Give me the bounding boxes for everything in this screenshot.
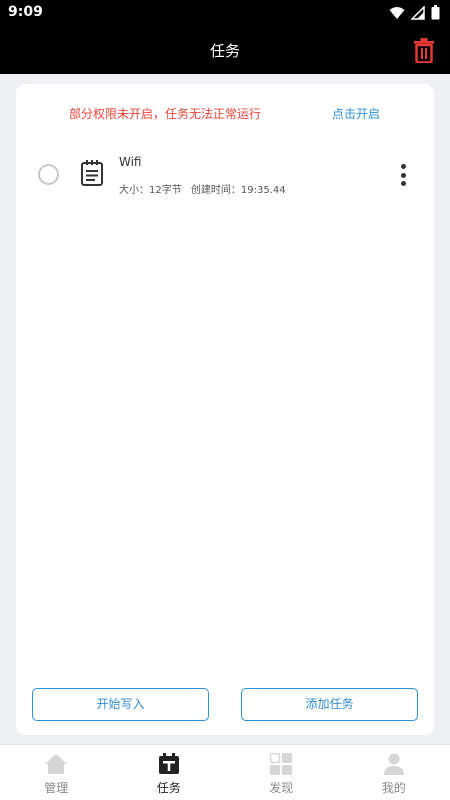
notepad-icon	[81, 160, 103, 186]
home-icon	[45, 754, 68, 774]
status-bar: 9:09	[0, 0, 450, 26]
nav-label: 任务	[156, 781, 181, 795]
add-task-button[interactable]: 添加任务	[241, 688, 418, 721]
task-item[interactable]: Wifi 大小：12字节 创建时间：19:35.44	[16, 146, 434, 204]
task-list-card: 部分权限未开启，任务无法正常运行 点击开启 Wifi 大小：12字节 创建时间：…	[16, 84, 434, 735]
wifi-icon	[389, 6, 405, 19]
app-bar: 任务	[0, 26, 450, 74]
nav-item-discover[interactable]: 发现	[225, 745, 338, 800]
task-size: 大小：12字节	[119, 185, 182, 196]
bottom-nav: 管理 任务 发现 我的	[0, 744, 450, 800]
task-meta: 大小：12字节 创建时间：19:35.44	[119, 181, 286, 196]
enable-permission-link[interactable]: 点击开启	[332, 105, 380, 122]
status-icons	[389, 5, 440, 20]
trash-icon[interactable]	[412, 37, 436, 63]
nav-label: 管理	[44, 781, 69, 795]
task-select-radio[interactable]	[38, 164, 59, 185]
nav-label: 发现	[269, 781, 294, 795]
nav-item-manage[interactable]: 管理	[0, 745, 113, 800]
task-name: Wifi	[119, 155, 142, 169]
nav-item-profile[interactable]: 我的	[338, 745, 450, 800]
grid-icon	[270, 753, 293, 775]
nav-label: 我的	[381, 781, 406, 795]
task-icon	[158, 753, 179, 774]
battery-icon	[431, 5, 440, 20]
more-options-icon[interactable]	[396, 161, 410, 189]
signal-icon	[411, 5, 425, 20]
nav-item-tasks[interactable]: 任务	[113, 745, 226, 800]
permission-warning: 部分权限未开启，任务无法正常运行	[69, 107, 262, 121]
start-write-button[interactable]: 开始写入	[32, 688, 209, 721]
page-title: 任务	[209, 42, 240, 60]
person-icon	[383, 753, 404, 775]
task-created-time: 创建时间：19:35.44	[190, 185, 286, 196]
status-time: 9:09	[8, 4, 43, 20]
